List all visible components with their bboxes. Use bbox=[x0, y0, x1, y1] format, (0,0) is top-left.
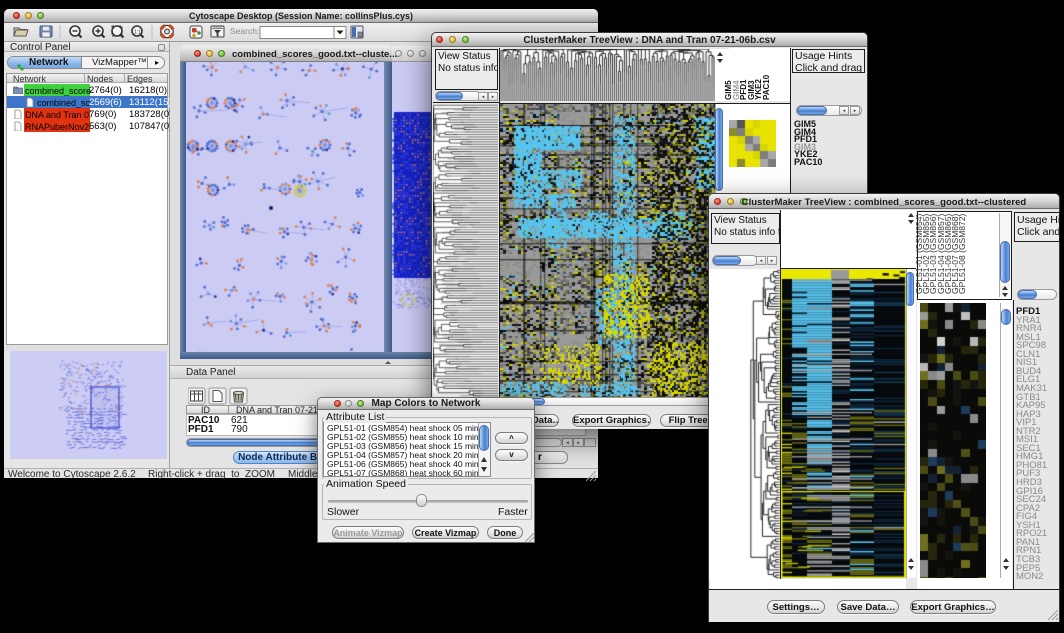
svg-text:1:1: 1:1 bbox=[134, 30, 141, 36]
svg-text:Search:: Search: bbox=[230, 26, 259, 36]
